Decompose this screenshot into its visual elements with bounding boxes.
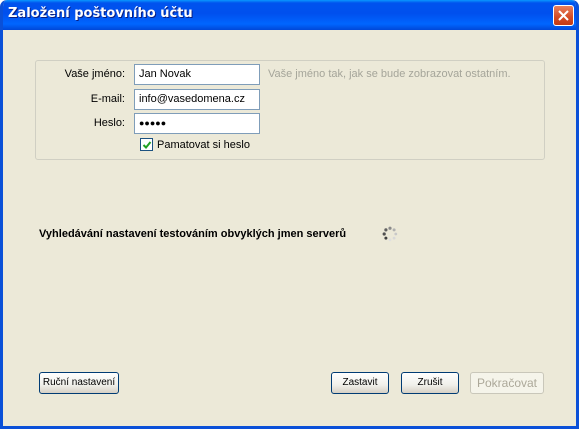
close-button[interactable] bbox=[553, 5, 574, 26]
password-input[interactable]: ●●●●● bbox=[134, 113, 260, 134]
remember-password-label[interactable]: Pamatovat si heslo bbox=[157, 139, 250, 151]
continue-button[interactable]: Pokračovat bbox=[470, 372, 544, 394]
manual-setup-button[interactable]: Ruční nastavení bbox=[39, 372, 119, 394]
email-label: E-mail: bbox=[90, 93, 125, 105]
password-label: Heslo: bbox=[93, 117, 125, 129]
close-icon bbox=[558, 10, 569, 21]
name-hint: Vaše jméno tak, jak se bude zobrazovat o… bbox=[268, 68, 511, 80]
window-title: Založení poštovního účtu bbox=[8, 6, 193, 21]
dialog-content: Vaše jméno: Jan Novak Vaše jméno tak, ja… bbox=[3, 30, 576, 426]
name-label: Vaše jméno: bbox=[64, 68, 125, 80]
email-input[interactable]: info@vasedomena.cz bbox=[134, 89, 260, 110]
loading-spinner-icon bbox=[382, 226, 398, 242]
title-bar[interactable]: Založení poštovního účtu bbox=[3, 0, 576, 30]
name-input[interactable]: Jan Novak bbox=[134, 64, 260, 85]
remember-password-checkbox[interactable] bbox=[140, 138, 153, 151]
checkmark-icon bbox=[142, 141, 152, 149]
cancel-button[interactable]: Zrušit bbox=[401, 372, 459, 394]
account-setup-dialog: Založení poštovního účtu Vaše jméno: Jan… bbox=[0, 0, 579, 429]
search-status-text: Vyhledávání nastavení testováním obvyklý… bbox=[39, 228, 347, 240]
stop-button[interactable]: Zastavit bbox=[331, 372, 389, 394]
